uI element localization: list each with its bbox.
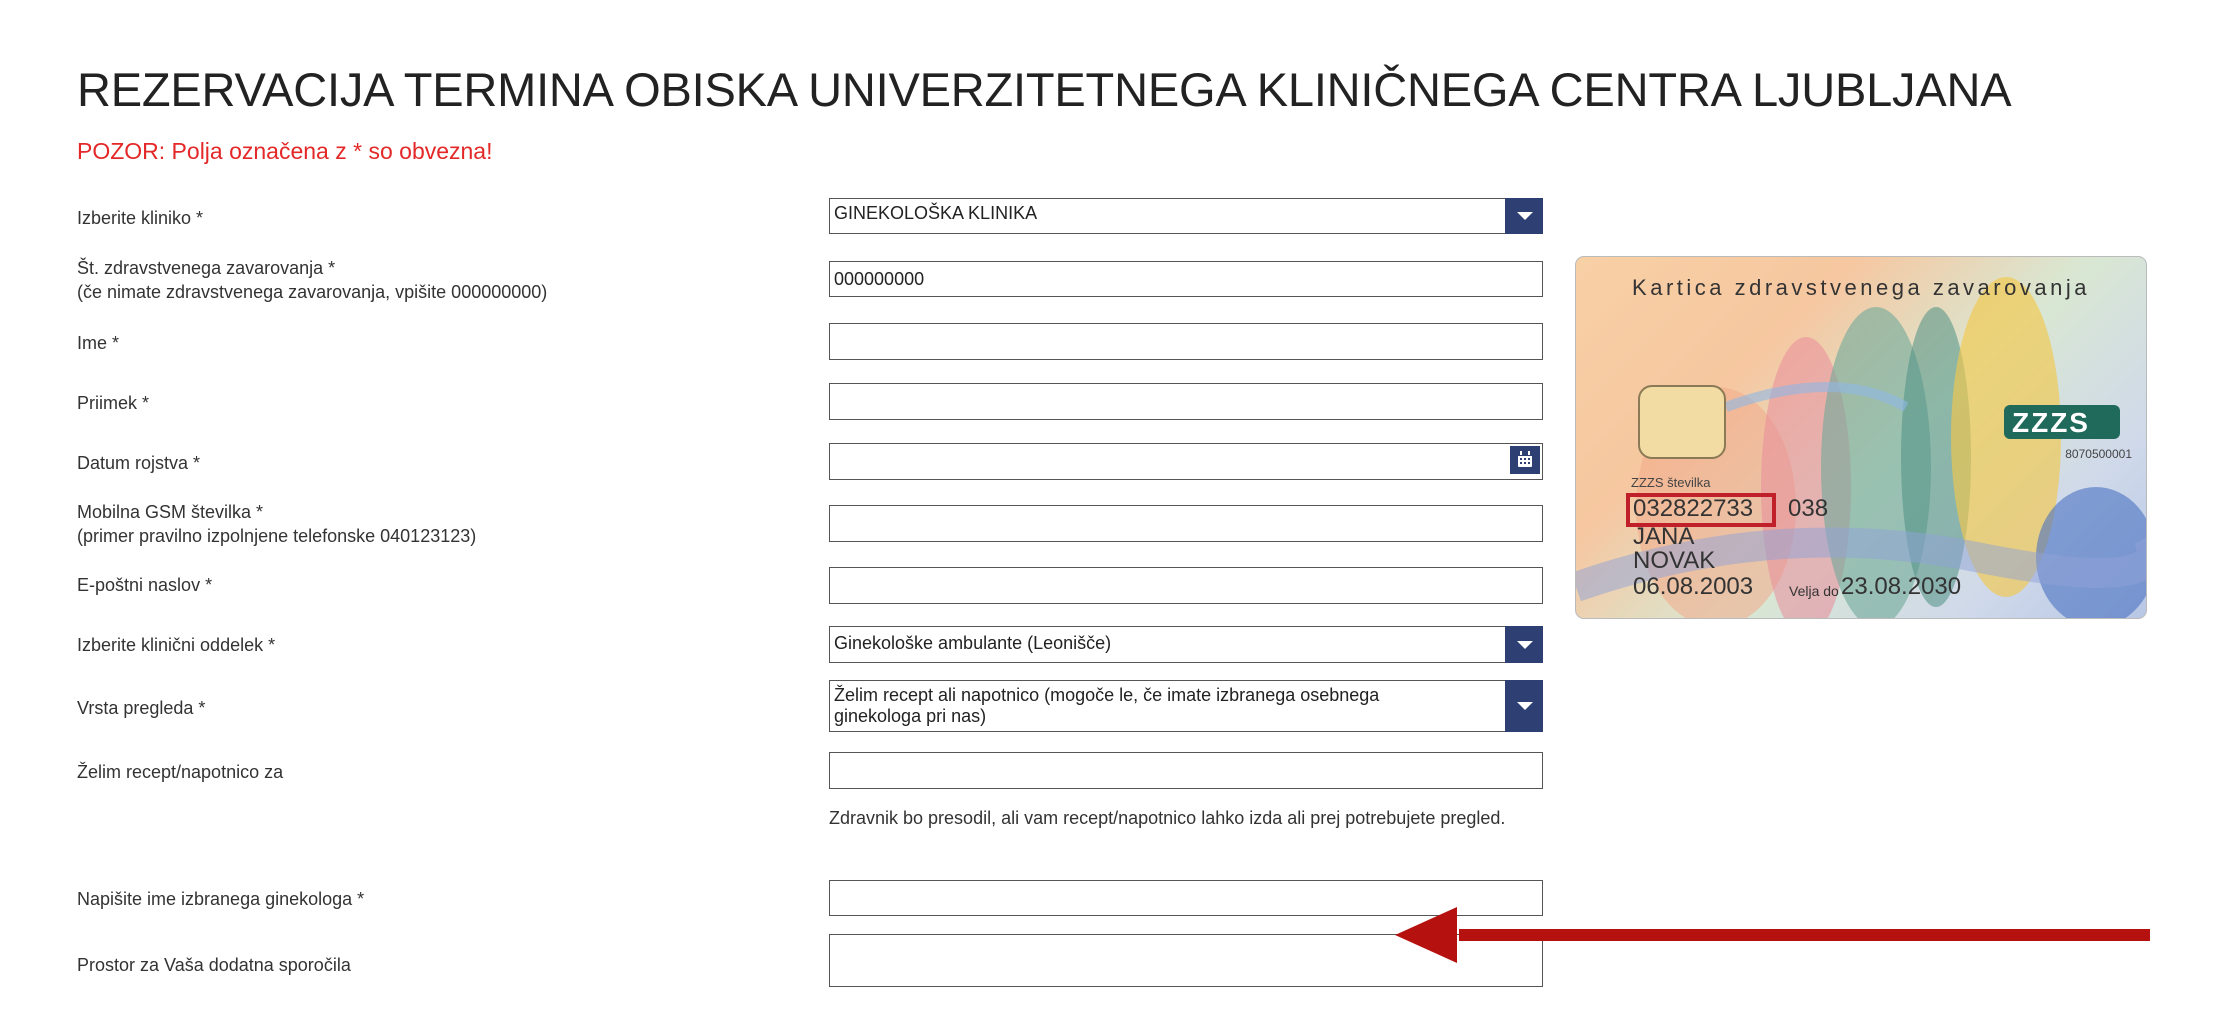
card-number: 032822733	[1633, 495, 1754, 522]
sporocila-label: Prostor za Vaša dodatna sporočila	[77, 955, 351, 975]
gsm-label: Mobilna GSM številka *	[77, 502, 264, 522]
email-input[interactable]	[829, 567, 1543, 604]
card-code: 8070500001	[2065, 447, 2132, 461]
card-surname: NOVAK	[1633, 547, 1716, 574]
klinika-label: Izberite kliniko *	[77, 208, 204, 228]
email-label: E-poštni naslov *	[77, 575, 213, 595]
card-title: Kartica zdravstvenega zavarovanja	[1632, 275, 2090, 300]
oddelek-select[interactable]: Ginekološke ambulante (Leonišče)	[829, 626, 1543, 663]
klinika-selected-value: GINEKOLOŠKA KLINIKA	[834, 203, 1038, 223]
datum-input[interactable]	[829, 443, 1543, 480]
priimek-label: Priimek *	[77, 393, 150, 413]
ginekolog-label: Napišite ime izbranega ginekologa *	[77, 889, 365, 909]
gsm-label-block: Mobilna GSM številka * (primer pravilno …	[77, 500, 476, 548]
gsm-note: (primer pravilno izpolnjene telefonske 0…	[77, 526, 477, 546]
required-fields-warning: POZOR: Polja označena z * so obvezna!	[77, 138, 493, 164]
arrow-left-icon	[1395, 907, 2150, 963]
card-valid-until: 23.08.2030	[1841, 573, 1962, 600]
insurance-card-illustration: Kartica zdravstvenega zavarovanja ZZZS 8…	[1575, 256, 2147, 619]
recept-hint: Zdravnik bo presodil, ali vam recept/nap…	[829, 808, 1506, 828]
datum-label: Datum rojstva *	[77, 453, 201, 473]
calendar-icon	[1518, 451, 1532, 467]
calendar-button[interactable]	[1510, 446, 1540, 474]
oddelek-selected-value: Ginekološke ambulante (Leonišče)	[834, 633, 1112, 653]
chevron-down-icon	[1517, 702, 1533, 710]
chevron-down-icon	[1517, 212, 1533, 220]
chip-icon	[1638, 385, 1726, 459]
klinika-select[interactable]: GINEKOLOŠKA KLINIKA	[829, 198, 1543, 234]
ime-input[interactable]	[829, 323, 1543, 360]
priimek-input[interactable]	[829, 383, 1543, 420]
card-dob: 06.08.2003	[1633, 573, 1754, 600]
zavarovanje-label: Št. zdravstvenega zavarovanja *	[77, 258, 336, 278]
recept-label: Želim recept/napotnico za	[77, 762, 284, 782]
vrsta-label: Vrsta pregleda *	[77, 698, 206, 718]
recept-input[interactable]	[829, 752, 1543, 789]
card-number-suffix: 038	[1788, 495, 1829, 522]
chevron-down-icon	[1517, 640, 1533, 649]
gsm-input[interactable]	[829, 505, 1543, 542]
vrsta-select[interactable]: Želim recept ali napotnico (mogoče le, č…	[829, 680, 1543, 732]
card-valid-label: Velja do	[1789, 583, 1839, 599]
klinika-dropdown-button[interactable]	[1505, 198, 1543, 234]
vrsta-selected-value: Želim recept ali napotnico (mogoče le, č…	[834, 685, 1380, 726]
oddelek-dropdown-button[interactable]	[1505, 626, 1543, 663]
zavarovanje-input[interactable]	[829, 261, 1543, 297]
zzzs-logo: ZZZS	[2004, 405, 2120, 439]
oddelek-label: Izberite klinični oddelek *	[77, 635, 276, 655]
zavarovanje-label-block: Št. zdravstvenega zavarovanja * (če nima…	[77, 256, 547, 304]
vrsta-dropdown-button[interactable]	[1505, 680, 1543, 732]
zavarovanje-note: (če nimate zdravstvenega zavarovanja, vp…	[77, 282, 548, 302]
ime-label: Ime *	[77, 333, 120, 353]
zzzs-logo-text: ZZZS	[2012, 407, 2090, 438]
page-title: REZERVACIJA TERMINA OBISKA UNIVERZITETNE…	[77, 63, 2012, 116]
card-number-label: ZZZS številka	[1631, 475, 1711, 490]
